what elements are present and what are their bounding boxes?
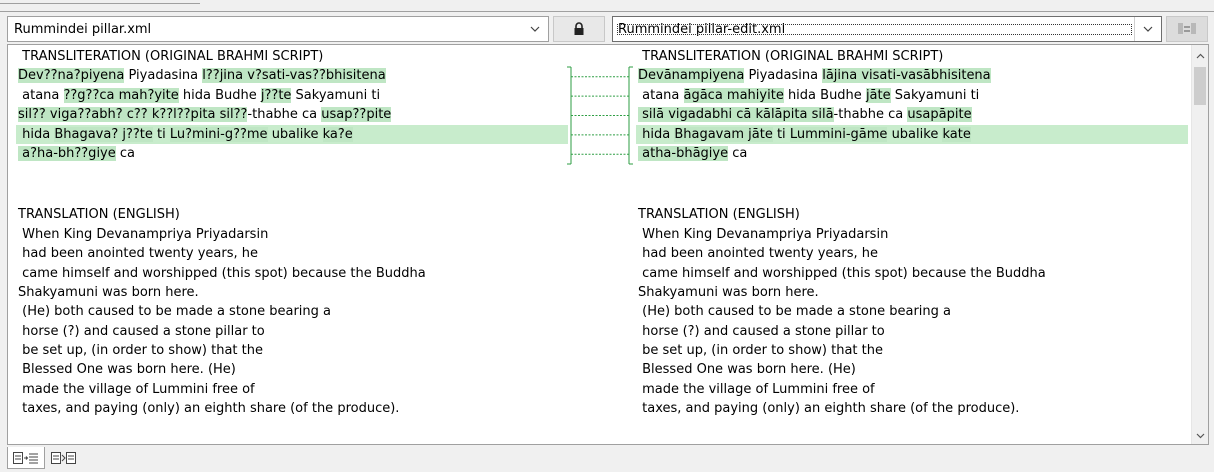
translation-line[interactable]: horse (?) and caused a stone pillar to — [638, 322, 1188, 341]
text-segment: ti — [152, 126, 170, 142]
diff-highlight: atha-bhāgiye — [638, 145, 729, 161]
text-segment: Piyadasina — [744, 68, 823, 84]
translation-line[interactable]: horse (?) and caused a stone pillar to — [18, 322, 568, 341]
merge-icon[interactable] — [1166, 16, 1208, 42]
structure-compare-view-icon[interactable] — [45, 447, 83, 469]
translation-line[interactable]: Blessed One was born here. (He) — [18, 360, 568, 379]
scroll-down-icon[interactable] — [1192, 427, 1209, 444]
text-segment: ubalike — [887, 126, 943, 142]
translation-line[interactable]: came himself and worshipped (this spot) … — [18, 264, 568, 283]
scroll-up-icon[interactable] — [1192, 47, 1209, 64]
blank-space — [638, 163, 1188, 205]
right-file-selector[interactable]: Rummindei pillar-edit.xml — [612, 16, 1162, 42]
diff-highlight: usap??pite — [321, 107, 392, 123]
text-segment: hida Budhe — [783, 87, 866, 103]
text-segment: ti — [772, 126, 790, 142]
translation-line[interactable]: made the village of Lummini free of — [638, 380, 1188, 399]
translation-line[interactable]: be set up, (in order to show) that the — [18, 341, 568, 360]
transliteration-line[interactable]: hida Bhagava? j??te ti Lu?mini-g??me uba… — [16, 124, 568, 144]
diff-highlight: Devānampiyena — [638, 68, 745, 84]
diff-highlight: Bhagavam jāte — [674, 126, 773, 142]
translation-line[interactable]: When King Devanampriya Priyadarsin — [18, 225, 568, 244]
text-segment: ca — [728, 145, 748, 161]
chevron-down-icon[interactable] — [522, 17, 548, 41]
transliteration-heading: TRANSLITERATION (ORIGINAL BRAHMI SCRIPT) — [638, 49, 944, 64]
text-segment: -thabhe ca — [833, 107, 908, 123]
blank-space — [18, 163, 568, 205]
transliteration-line[interactable]: Dev??na?piyena Piyadasina l??jina v?sati… — [18, 66, 568, 85]
text-segment: ubalike — [267, 126, 323, 142]
translation-heading: TRANSLATION (ENGLISH) — [18, 207, 180, 223]
diff-highlight: a?ha-bh??giye — [18, 145, 116, 161]
transliteration-line[interactable]: sil?? viga??abh? c?? k??l??pita sil??-th… — [18, 105, 568, 124]
transliteration-heading: TRANSLITERATION (ORIGINAL BRAHMI SCRIPT) — [18, 49, 324, 64]
translation-line[interactable]: Shakyamuni was born here. — [638, 283, 1188, 302]
diff-highlight: kate — [942, 126, 971, 142]
translation-line[interactable]: When King Devanampriya Priyadarsin — [638, 225, 1188, 244]
translation-heading: TRANSLATION (ENGLISH) — [638, 207, 800, 223]
text-compare-view-icon[interactable] — [7, 447, 45, 469]
left-document-pane[interactable]: TRANSLITERATION (ORIGINAL BRAHMI SCRIPT)… — [16, 47, 568, 419]
editor-tab-strip — [0, 0, 200, 4]
diff-highlight: Lu?mini-g??me — [169, 126, 268, 142]
transliteration-line[interactable]: silā vigadabhi cā kālāpita silā-thabhe c… — [638, 105, 1188, 124]
diff-content-area[interactable]: TRANSLITERATION (ORIGINAL BRAHMI SCRIPT)… — [7, 44, 1209, 445]
left-file-selector[interactable]: Rummindei pillar.xml — [7, 16, 549, 42]
padlock-icon[interactable] — [553, 16, 605, 42]
scrollbar-thumb[interactable] — [1194, 67, 1206, 105]
diff-highlight: j??te — [260, 87, 292, 103]
right-file-name: Rummindei pillar-edit.xml — [615, 22, 1134, 37]
text-segment: -thabhe ca — [247, 107, 322, 123]
transliteration-line[interactable]: atana ??g??ca mah?yite hida Budhe j??te … — [18, 86, 568, 105]
translation-line[interactable]: had been anointed twenty years, he — [638, 244, 1188, 263]
diff-highlight: l??jina v?sati-vas??bhisitena — [202, 68, 386, 84]
diff-highlight: Dev??na?piyena — [18, 68, 125, 84]
translation-line[interactable]: made the village of Lummini free of — [18, 380, 568, 399]
toolbar-separator — [0, 11, 1214, 12]
transliteration-line[interactable]: a?ha-bh??giye ca — [18, 144, 568, 163]
text-segment: hida — [638, 126, 675, 142]
transliteration-line[interactable]: atha-bhāgiye ca — [638, 144, 1188, 163]
diff-highlight: Lummini-gāme — [789, 126, 888, 142]
view-mode-tabs — [7, 447, 83, 469]
text-segment: Piyadasina — [124, 68, 203, 84]
text-segment: hida Budhe — [178, 87, 261, 103]
translation-line[interactable]: be set up, (in order to show) that the — [638, 341, 1188, 360]
diff-highlight: āgāca mahiyite — [683, 87, 784, 103]
text-segment: Sakyamuni ti — [291, 87, 381, 103]
diff-highlight: ??g??ca mah?yite — [63, 87, 179, 103]
text-segment: hida — [18, 126, 55, 142]
text-segment: ca — [115, 145, 135, 161]
diff-highlight: sil?? viga??abh? c?? k??l??pita sil?? — [18, 107, 248, 123]
translation-line[interactable]: had been anointed twenty years, he — [18, 244, 568, 263]
translation-line[interactable]: (He) both caused to be made a stone bear… — [18, 302, 568, 321]
vertical-scrollbar[interactable] — [1191, 45, 1208, 444]
compare-window: Rummindei pillar.xml Rummindei pillar-ed… — [0, 0, 1214, 472]
translation-line[interactable]: came himself and worshipped (this spot) … — [638, 264, 1188, 283]
diff-highlight: lājina visati-vasābhisitena — [822, 68, 991, 84]
transliteration-line[interactable]: atana āgāca mahiyite hida Budhe jāte Sak… — [638, 86, 1188, 105]
diff-highlight: usapāpite — [907, 107, 972, 123]
text-segment: atana — [18, 87, 64, 103]
left-file-name: Rummindei pillar.xml — [14, 21, 152, 37]
transliteration-line[interactable]: Devānampiyena Piyadasina lājina visati-v… — [638, 66, 1188, 85]
translation-line[interactable]: (He) both caused to be made a stone bear… — [638, 302, 1188, 321]
text-segment: Sakyamuni ti — [890, 87, 980, 103]
translation-line[interactable]: Blessed One was born here. (He) — [638, 360, 1188, 379]
diff-connector — [567, 66, 633, 165]
transliteration-line[interactable]: hida Bhagavam jāte ti Lummini-gāme ubali… — [636, 124, 1188, 144]
right-document-pane[interactable]: TRANSLITERATION (ORIGINAL BRAHMI SCRIPT)… — [636, 47, 1188, 419]
chevron-down-icon[interactable] — [1134, 17, 1161, 41]
diff-highlight: Bhagava? j??te — [54, 126, 153, 142]
diff-highlight: silā vigadabhi cā kālāpita silā — [638, 107, 834, 123]
translation-line[interactable]: Shakyamuni was born here. — [18, 283, 568, 302]
translation-line[interactable]: taxes, and paying (only) an eighth share… — [18, 399, 568, 418]
translation-line[interactable]: taxes, and paying (only) an eighth share… — [638, 399, 1188, 418]
diff-highlight: jāte — [865, 87, 891, 103]
text-segment: atana — [638, 87, 684, 103]
diff-highlight: ka?e — [322, 126, 353, 142]
